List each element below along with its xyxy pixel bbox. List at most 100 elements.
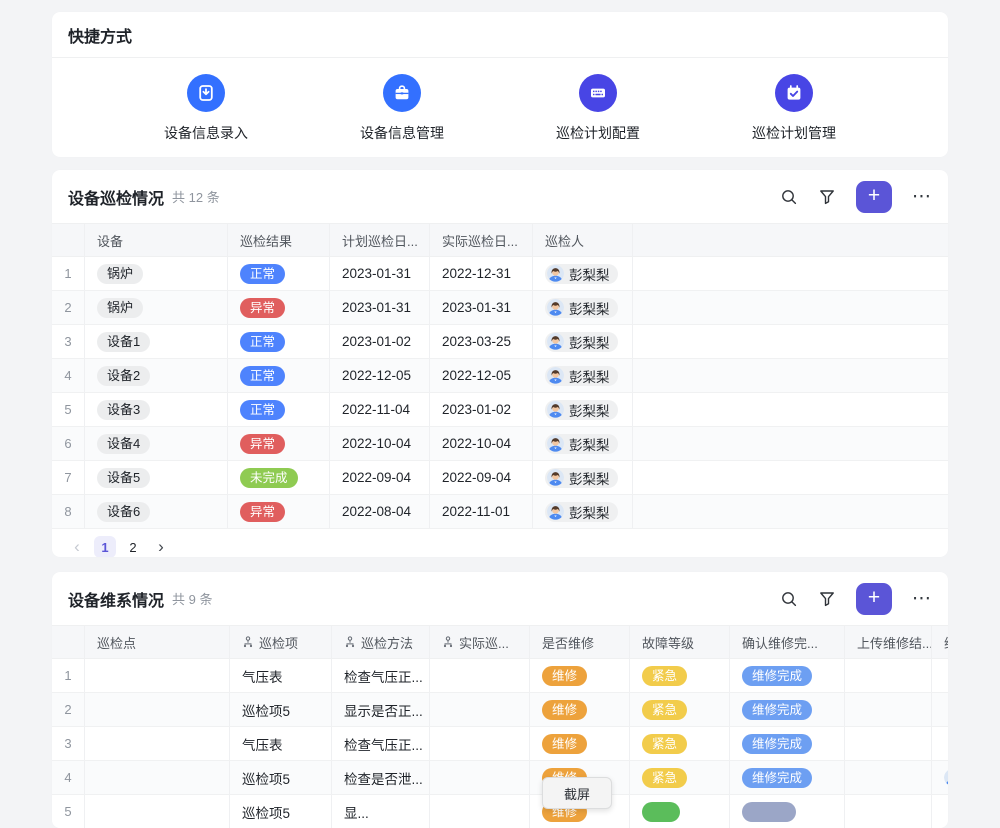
planned-date-cell[interactable]: 2023-01-31 [330,257,430,290]
add-record-button[interactable]: + [856,583,892,615]
inspector-cell[interactable]: 彭梨梨 [533,495,633,528]
inspector-cell[interactable]: 彭梨梨 [533,325,633,358]
device-cell[interactable]: 设备5 [85,461,228,494]
search-icon[interactable] [780,590,798,608]
filter-icon[interactable] [818,590,836,608]
person-cell[interactable] [932,727,948,760]
result-cell[interactable]: 异常 [228,291,330,324]
device-cell[interactable]: 锅炉 [85,291,228,324]
actual-date-cell[interactable]: 2022-11-01 [430,495,533,528]
device-cell[interactable]: 设备1 [85,325,228,358]
point-cell[interactable] [85,761,230,794]
device-cell[interactable]: 设备2 [85,359,228,392]
confirm-cell[interactable]: 维修完成 [730,727,845,760]
planned-date-cell[interactable]: 2023-01-31 [330,291,430,324]
inspector-cell[interactable]: 彭梨梨 [533,359,633,392]
inspector-cell[interactable]: 彭梨梨 [533,461,633,494]
result-cell[interactable]: 异常 [228,427,330,460]
column-header[interactable]: 巡检结果 [228,224,330,256]
fault-cell[interactable]: 紧急 [630,693,730,726]
search-icon[interactable] [780,188,798,206]
method-cell[interactable]: 显示是否正... [332,693,430,726]
page-prev-button[interactable]: ‹ [66,536,88,557]
planned-date-cell[interactable]: 2022-09-04 [330,461,430,494]
column-header[interactable]: 巡检点 [85,626,230,658]
actual-cell[interactable] [430,693,530,726]
item-cell[interactable]: 巡检项5 [230,693,332,726]
device-cell[interactable]: 设备4 [85,427,228,460]
inspector-cell[interactable]: 彭梨梨 [533,427,633,460]
column-header[interactable]: 维 [932,626,948,658]
result-cell[interactable]: 正常 [228,257,330,290]
result-cell[interactable]: 正常 [228,359,330,392]
actual-cell[interactable] [430,659,530,692]
item-cell[interactable]: 气压表 [230,659,332,692]
more-icon[interactable]: ⋯ [912,590,932,608]
device-cell[interactable]: 锅炉 [85,257,228,290]
column-header[interactable]: 设备 [85,224,228,256]
column-header[interactable]: 故障等级 [630,626,730,658]
shortcut-device-manage[interactable]: 设备信息管理 [304,74,500,143]
planned-date-cell[interactable]: 2023-01-02 [330,325,430,358]
actual-date-cell[interactable]: 2023-01-31 [430,291,533,324]
column-header[interactable]: 确认维修完... [730,626,845,658]
planned-date-cell[interactable]: 2022-10-04 [330,427,430,460]
column-header[interactable]: 实际巡检日... [430,224,533,256]
point-cell[interactable] [85,693,230,726]
planned-date-cell[interactable]: 2022-08-04 [330,495,430,528]
more-icon[interactable]: ⋯ [912,188,932,206]
person-cell[interactable] [932,693,948,726]
method-cell[interactable]: 检查气压正... [332,659,430,692]
actual-date-cell[interactable]: 2022-12-31 [430,257,533,290]
planned-date-cell[interactable]: 2022-11-04 [330,393,430,426]
method-cell[interactable]: 检查气压正... [332,727,430,760]
repair-cell[interactable]: 维修 [530,659,630,692]
fault-cell[interactable]: 紧急 [630,727,730,760]
column-header[interactable]: 是否维修 [530,626,630,658]
confirm-cell[interactable]: 维修完成 [730,761,845,794]
device-cell[interactable]: 设备3 [85,393,228,426]
add-record-button[interactable]: + [856,181,892,213]
column-header[interactable]: 巡检人 [533,224,633,256]
page-number-button[interactable]: 1 [94,536,116,557]
upload-cell[interactable] [845,693,932,726]
result-cell[interactable]: 异常 [228,495,330,528]
upload-cell[interactable] [845,659,932,692]
point-cell[interactable] [85,659,230,692]
point-cell[interactable] [85,727,230,760]
method-cell[interactable]: 检查是否泄... [332,761,430,794]
repair-cell[interactable]: 维修 [530,727,630,760]
actual-date-cell[interactable]: 2023-01-02 [430,393,533,426]
column-header[interactable]: 计划巡检日... [330,224,430,256]
page-number-button[interactable]: 2 [122,536,144,557]
confirm-cell[interactable]: 维修完成 [730,693,845,726]
actual-cell[interactable] [430,727,530,760]
inspector-cell[interactable]: 彭梨梨 [533,291,633,324]
actual-date-cell[interactable]: 2022-09-04 [430,461,533,494]
actual-date-cell[interactable]: 2022-12-05 [430,359,533,392]
repair-cell[interactable]: 维修 [530,693,630,726]
device-cell[interactable]: 设备6 [85,495,228,528]
person-cell[interactable] [932,761,948,794]
actual-cell[interactable] [430,761,530,794]
inspector-cell[interactable]: 彭梨梨 [533,393,633,426]
inspector-cell[interactable]: 彭梨梨 [533,257,633,290]
column-header[interactable]: 巡检方法 [332,626,430,658]
result-cell[interactable]: 未完成 [228,461,330,494]
column-header[interactable]: 巡检项 [230,626,332,658]
confirm-cell[interactable]: 维修完成 [730,659,845,692]
upload-cell[interactable] [845,727,932,760]
shortcut-plan-config[interactable]: 巡检计划配置 [500,74,696,143]
filter-icon[interactable] [818,188,836,206]
column-header[interactable]: 上传维修结... [845,626,932,658]
actual-date-cell[interactable]: 2022-10-04 [430,427,533,460]
planned-date-cell[interactable]: 2022-12-05 [330,359,430,392]
shortcut-device-entry[interactable]: 设备信息录入 [108,74,304,143]
fault-cell[interactable]: 紧急 [630,659,730,692]
fault-cell[interactable]: 紧急 [630,761,730,794]
person-cell[interactable] [932,659,948,692]
result-cell[interactable]: 正常 [228,393,330,426]
item-cell[interactable]: 气压表 [230,727,332,760]
item-cell[interactable]: 巡检项5 [230,761,332,794]
page-next-button[interactable]: › [150,536,172,557]
